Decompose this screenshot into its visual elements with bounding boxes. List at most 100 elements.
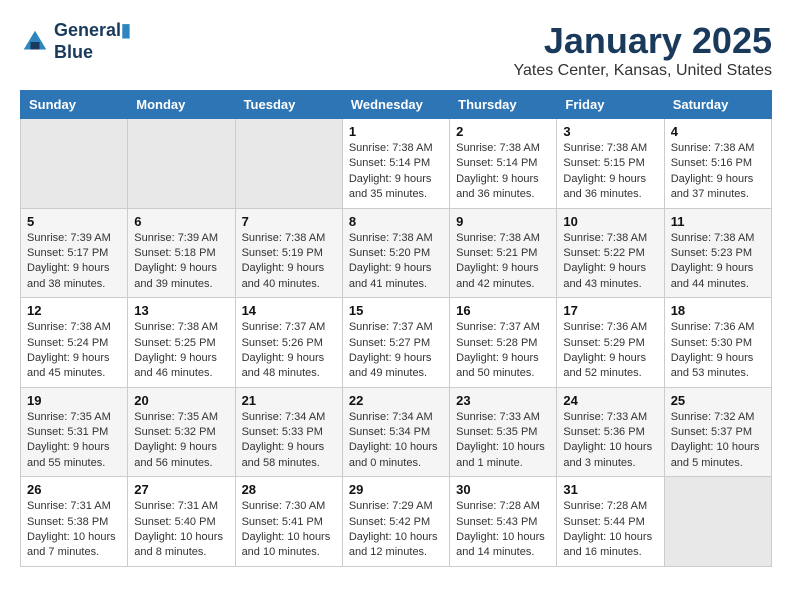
day-info: Sunrise: 7:31 AM Sunset: 5:38 PM Dayligh… (27, 499, 121, 561)
day-number: 6 (134, 214, 228, 229)
calendar-cell: 29 Sunrise: 7:29 AM Sunset: 5:42 PM Dayli… (342, 477, 449, 567)
month-title: January 2025 (513, 20, 772, 62)
day-number: 15 (349, 303, 443, 318)
day-info: Sunrise: 7:38 AM Sunset: 5:25 PM Dayligh… (134, 320, 228, 382)
calendar-cell: 18 Sunrise: 7:36 AM Sunset: 5:30 PM Dayli… (664, 298, 771, 388)
day-number: 30 (456, 482, 550, 497)
day-number: 11 (671, 214, 765, 229)
calendar-cell: 2 Sunrise: 7:38 AM Sunset: 5:14 PM Daylig… (450, 119, 557, 209)
day-number: 1 (349, 124, 443, 139)
calendar-cell: 24 Sunrise: 7:33 AM Sunset: 5:36 PM Dayli… (557, 387, 664, 477)
weekday-header: Sunday (21, 91, 128, 119)
day-info: Sunrise: 7:38 AM Sunset: 5:24 PM Dayligh… (27, 320, 121, 382)
day-info: Sunrise: 7:39 AM Sunset: 5:17 PM Dayligh… (27, 231, 121, 293)
day-info: Sunrise: 7:33 AM Sunset: 5:35 PM Dayligh… (456, 410, 550, 472)
calendar-cell (128, 119, 235, 209)
calendar-cell: 8 Sunrise: 7:38 AM Sunset: 5:20 PM Daylig… (342, 208, 449, 298)
day-number: 29 (349, 482, 443, 497)
calendar-cell: 16 Sunrise: 7:37 AM Sunset: 5:28 PM Dayli… (450, 298, 557, 388)
day-info: Sunrise: 7:38 AM Sunset: 5:21 PM Dayligh… (456, 231, 550, 293)
day-info: Sunrise: 7:38 AM Sunset: 5:14 PM Dayligh… (349, 141, 443, 203)
day-number: 26 (27, 482, 121, 497)
weekday-header: Friday (557, 91, 664, 119)
calendar-cell: 6 Sunrise: 7:39 AM Sunset: 5:18 PM Daylig… (128, 208, 235, 298)
calendar-header-row: SundayMondayTuesdayWednesdayThursdayFrid… (21, 91, 772, 119)
day-info: Sunrise: 7:36 AM Sunset: 5:30 PM Dayligh… (671, 320, 765, 382)
calendar-cell: 27Sunrise: 7:31 AM Sunset: 5:40 PM Dayli… (128, 477, 235, 567)
day-info: Sunrise: 7:38 AM Sunset: 5:15 PM Dayligh… (563, 141, 657, 203)
calendar-cell: 17Sunrise: 7:36 AM Sunset: 5:29 PM Dayli… (557, 298, 664, 388)
logo: General▮ Blue (20, 20, 131, 63)
weekday-header: Monday (128, 91, 235, 119)
day-info: Sunrise: 7:37 AM Sunset: 5:27 PM Dayligh… (349, 320, 443, 382)
day-number: 24 (563, 393, 657, 408)
day-info: Sunrise: 7:38 AM Sunset: 5:22 PM Dayligh… (563, 231, 657, 293)
calendar-cell: 4 Sunrise: 7:38 AM Sunset: 5:16 PM Daylig… (664, 119, 771, 209)
day-number: 31 (563, 482, 657, 497)
day-info: Sunrise: 7:38 AM Sunset: 5:16 PM Dayligh… (671, 141, 765, 203)
day-number: 14 (242, 303, 336, 318)
day-number: 17 (563, 303, 657, 318)
day-info: Sunrise: 7:29 AM Sunset: 5:42 PM Dayligh… (349, 499, 443, 561)
calendar-week-row: 12 Sunrise: 7:38 AM Sunset: 5:24 PM Dayli… (21, 298, 772, 388)
logo-icon (20, 27, 50, 57)
day-info: Sunrise: 7:37 AM Sunset: 5:26 PM Dayligh… (242, 320, 336, 382)
day-info: Sunrise: 7:34 AM Sunset: 5:33 PM Dayligh… (242, 410, 336, 472)
calendar-week-row: 1 Sunrise: 7:38 AM Sunset: 5:14 PM Daylig… (21, 119, 772, 209)
day-info: Sunrise: 7:39 AM Sunset: 5:18 PM Dayligh… (134, 231, 228, 293)
calendar-week-row: 19 Sunrise: 7:35 AM Sunset: 5:31 PM Dayli… (21, 387, 772, 477)
calendar-cell: 31 Sunrise: 7:28 AM Sunset: 5:44 PM Dayli… (557, 477, 664, 567)
day-number: 12 (27, 303, 121, 318)
day-number: 13 (134, 303, 228, 318)
day-number: 3 (563, 124, 657, 139)
calendar-cell: 12 Sunrise: 7:38 AM Sunset: 5:24 PM Dayli… (21, 298, 128, 388)
calendar-cell: 3 Sunrise: 7:38 AM Sunset: 5:15 PM Daylig… (557, 119, 664, 209)
day-info: Sunrise: 7:33 AM Sunset: 5:36 PM Dayligh… (563, 410, 657, 472)
day-number: 4 (671, 124, 765, 139)
calendar-cell: 20 Sunrise: 7:35 AM Sunset: 5:32 PM Dayli… (128, 387, 235, 477)
day-number: 25 (671, 393, 765, 408)
calendar-week-row: 26 Sunrise: 7:31 AM Sunset: 5:38 PM Dayli… (21, 477, 772, 567)
weekday-header: Saturday (664, 91, 771, 119)
day-info: Sunrise: 7:35 AM Sunset: 5:32 PM Dayligh… (134, 410, 228, 472)
calendar-cell: 19 Sunrise: 7:35 AM Sunset: 5:31 PM Dayli… (21, 387, 128, 477)
day-number: 18 (671, 303, 765, 318)
calendar-cell: 9Sunrise: 7:38 AM Sunset: 5:21 PM Daylig… (450, 208, 557, 298)
day-number: 8 (349, 214, 443, 229)
weekday-header: Wednesday (342, 91, 449, 119)
day-number: 5 (27, 214, 121, 229)
title-block: January 2025 Yates Center, Kansas, Unite… (513, 20, 772, 80)
day-number: 16 (456, 303, 550, 318)
calendar-cell: 30Sunrise: 7:28 AM Sunset: 5:43 PM Dayli… (450, 477, 557, 567)
day-number: 20 (134, 393, 228, 408)
logo-text: General▮ Blue (54, 20, 131, 63)
day-number: 7 (242, 214, 336, 229)
calendar-cell: 26 Sunrise: 7:31 AM Sunset: 5:38 PM Dayli… (21, 477, 128, 567)
calendar-cell: 13 Sunrise: 7:38 AM Sunset: 5:25 PM Dayli… (128, 298, 235, 388)
calendar-cell: 22Sunrise: 7:34 AM Sunset: 5:34 PM Dayli… (342, 387, 449, 477)
day-number: 10 (563, 214, 657, 229)
day-info: Sunrise: 7:32 AM Sunset: 5:37 PM Dayligh… (671, 410, 765, 472)
calendar-cell: 23Sunrise: 7:33 AM Sunset: 5:35 PM Dayli… (450, 387, 557, 477)
day-info: Sunrise: 7:28 AM Sunset: 5:44 PM Dayligh… (563, 499, 657, 561)
calendar-table: SundayMondayTuesdayWednesdayThursdayFrid… (20, 90, 772, 567)
day-number: 28 (242, 482, 336, 497)
day-number: 19 (27, 393, 121, 408)
calendar-cell (235, 119, 342, 209)
day-info: Sunrise: 7:30 AM Sunset: 5:41 PM Dayligh… (242, 499, 336, 561)
page-header: General▮ Blue January 2025 Yates Center,… (20, 20, 772, 80)
day-info: Sunrise: 7:35 AM Sunset: 5:31 PM Dayligh… (27, 410, 121, 472)
calendar-cell (664, 477, 771, 567)
day-info: Sunrise: 7:37 AM Sunset: 5:28 PM Dayligh… (456, 320, 550, 382)
calendar-cell: 5 Sunrise: 7:39 AM Sunset: 5:17 PM Daylig… (21, 208, 128, 298)
day-number: 2 (456, 124, 550, 139)
calendar-cell: 7Sunrise: 7:38 AM Sunset: 5:19 PM Daylig… (235, 208, 342, 298)
calendar-cell: 21Sunrise: 7:34 AM Sunset: 5:33 PM Dayli… (235, 387, 342, 477)
day-info: Sunrise: 7:38 AM Sunset: 5:20 PM Dayligh… (349, 231, 443, 293)
day-number: 27 (134, 482, 228, 497)
calendar-cell: 10 Sunrise: 7:38 AM Sunset: 5:22 PM Dayli… (557, 208, 664, 298)
day-info: Sunrise: 7:34 AM Sunset: 5:34 PM Dayligh… (349, 410, 443, 472)
calendar-cell: 11Sunrise: 7:38 AM Sunset: 5:23 PM Dayli… (664, 208, 771, 298)
calendar-cell: 15 Sunrise: 7:37 AM Sunset: 5:27 PM Dayli… (342, 298, 449, 388)
day-info: Sunrise: 7:38 AM Sunset: 5:14 PM Dayligh… (456, 141, 550, 203)
